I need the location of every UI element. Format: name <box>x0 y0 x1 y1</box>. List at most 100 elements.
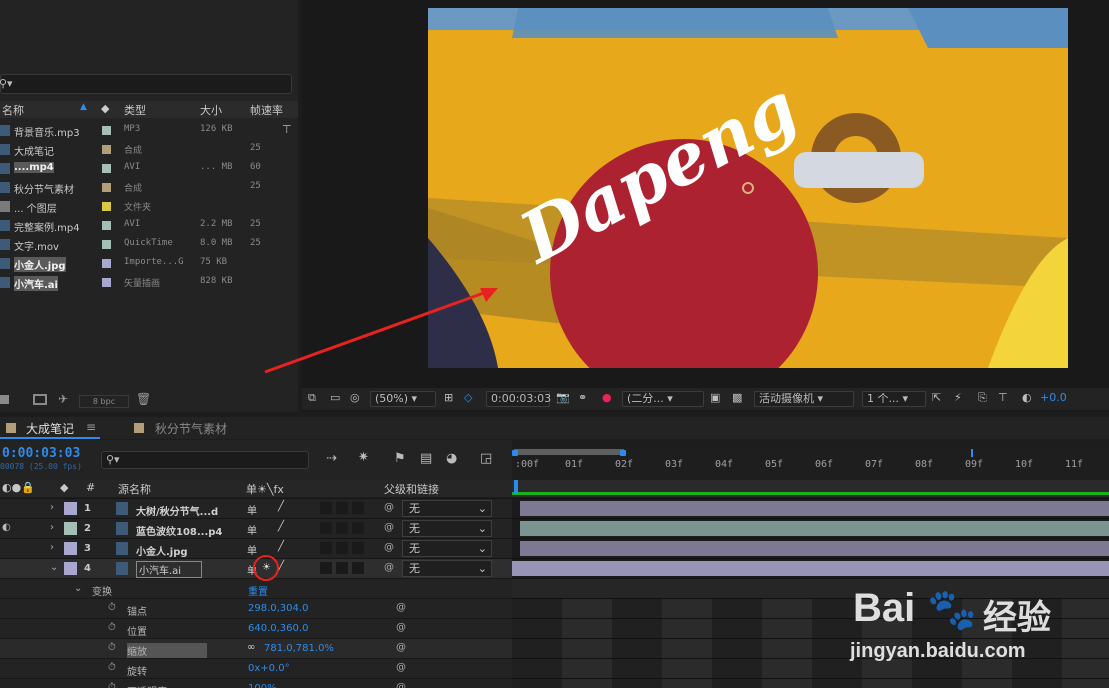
exposure-icon[interactable]: ◐ <box>1022 391 1032 404</box>
resolution-dropdown[interactable]: (二分... ▾ <box>622 391 704 407</box>
layer-row[interactable]: ◐ › 2 蓝色波纹108...p4 单 ╱ @ 无 ⌄ <box>0 518 512 538</box>
stopwatch-icon[interactable]: ⏱ <box>108 602 116 613</box>
switch-cell[interactable] <box>352 502 364 514</box>
expression-icon[interactable]: @ <box>396 682 406 688</box>
layer-duration-bar[interactable] <box>520 521 1109 536</box>
layer-duration-bar[interactable] <box>520 541 1109 556</box>
layer-number: 1 <box>84 503 91 514</box>
pickwhip-icon[interactable]: @ <box>384 542 394 553</box>
color-channels-icon[interactable]: ● <box>602 391 612 404</box>
collapse-switch-icon[interactable]: 单 <box>247 502 257 517</box>
quality-switch-icon[interactable]: ╱ <box>278 541 284 552</box>
transform-property-row[interactable]: ⏱ 不透明度 100% @ <box>0 678 512 688</box>
layer-row[interactable]: › 3 小金人.jpg 单 ╱ @ 无 ⌄ <box>0 538 512 558</box>
layer-name[interactable]: 小汽车.ai <box>136 561 203 578</box>
camera-dropdown[interactable]: 活动摄像机 ▾ <box>754 391 854 407</box>
switch-cell[interactable] <box>320 522 332 534</box>
twirl-down-icon[interactable]: ⌄ <box>74 583 82 594</box>
composition-canvas[interactable]: Dapeng <box>428 8 1068 368</box>
layer-track[interactable] <box>512 538 1109 558</box>
time-ruler[interactable]: :00f 01f 02f 03f 04f 05f 06f 07f 08f 09f 10f 11f <box>512 448 1109 480</box>
camera-icon[interactable]: 📷 <box>556 391 570 404</box>
layer-label-swatch[interactable] <box>64 502 77 515</box>
transform-property-row[interactable]: ⏱ 旋转 0x+0.0° @ <box>0 658 512 678</box>
twirl-icon[interactable]: › <box>50 522 54 533</box>
expression-icon[interactable]: @ <box>396 622 406 633</box>
switch-cell[interactable] <box>336 562 348 574</box>
stopwatch-icon[interactable]: ⏱ <box>108 682 116 688</box>
layer-track[interactable] <box>512 518 1109 538</box>
quality-switch-icon[interactable]: ╱ <box>278 521 284 532</box>
pickwhip-icon[interactable]: @ <box>384 522 394 533</box>
watermark-brand2: 经验 <box>983 599 1051 637</box>
transform-property-row[interactable]: ⏱ 锚点 298.0,304.0 @ <box>0 598 512 618</box>
playhead[interactable] <box>514 480 518 494</box>
switch-cell[interactable] <box>336 502 348 514</box>
fast-preview-icon[interactable]: ⚡ <box>954 391 962 404</box>
property-value[interactable]: 640.0,360.0 <box>248 623 308 634</box>
switch-cell[interactable] <box>352 522 364 534</box>
layer-label-swatch[interactable] <box>64 522 77 535</box>
flowchart-icon[interactable]: ⊤ <box>998 391 1008 404</box>
ruler-tick-label: 06f <box>815 459 834 470</box>
views-dropdown[interactable]: 1 个... ▾ <box>862 391 926 407</box>
collapse-switch-icon[interactable]: 单 <box>247 542 257 557</box>
switch-cell[interactable] <box>336 542 348 554</box>
ruler-tick-label: 02f <box>615 459 634 470</box>
channel-icon[interactable]: ⚭ <box>578 391 587 404</box>
transparency-grid-icon[interactable]: ▩ <box>732 391 742 404</box>
switch-cell[interactable] <box>320 562 332 574</box>
property-value[interactable]: 100% <box>248 683 277 688</box>
property-value[interactable]: 0x+0.0° <box>248 663 290 674</box>
layer-label-swatch[interactable] <box>64 542 77 555</box>
parent-dropdown[interactable]: 无 ⌄ <box>402 540 492 557</box>
switch-cell[interactable] <box>320 542 332 554</box>
layer-track[interactable] <box>512 558 1109 578</box>
switch-cell[interactable] <box>352 542 364 554</box>
ruler-tick-label: 01f <box>565 459 584 470</box>
audio-icon[interactable]: ◐ <box>2 522 11 533</box>
exposure-value[interactable]: +0.0 <box>1040 391 1067 404</box>
roi-icon[interactable]: ▣ <box>710 391 720 404</box>
twirl-icon[interactable]: › <box>50 502 54 513</box>
link-icon[interactable]: ∞ <box>247 642 255 653</box>
reset-link[interactable]: 重置 <box>248 583 268 598</box>
expression-icon[interactable]: @ <box>396 642 406 653</box>
layer-name[interactable]: 蓝色波纹108...p4 <box>136 523 222 538</box>
layer-duration-bar[interactable] <box>520 501 1109 516</box>
transform-property-row[interactable]: ⏱ 缩放 ∞ 781.0,781.0% @ <box>0 638 512 658</box>
parent-value: 无 <box>409 562 420 575</box>
parent-dropdown[interactable]: 无 ⌄ <box>402 500 492 517</box>
property-value[interactable]: 781.0,781.0% <box>264 643 334 654</box>
transform-group-row[interactable]: ⌄ 变换 重置 <box>0 578 512 598</box>
pickwhip-icon[interactable]: @ <box>384 562 394 573</box>
switch-cell[interactable] <box>320 502 332 514</box>
twirl-icon[interactable]: › <box>50 542 54 553</box>
property-value[interactable]: 298.0,304.0 <box>248 603 308 614</box>
ruler-tick-label: 09f <box>965 459 984 470</box>
layer-duration-bar[interactable] <box>512 561 1109 576</box>
parent-dropdown[interactable]: 无 ⌄ <box>402 520 492 537</box>
expression-icon[interactable]: @ <box>396 662 406 673</box>
expression-icon[interactable]: @ <box>396 602 406 613</box>
layer-row[interactable]: › 1 大树/秋分节气...d 单 ╱ @ 无 ⌄ <box>0 498 512 518</box>
chevron-down-icon: ⌄ <box>477 542 487 555</box>
stopwatch-icon[interactable]: ⏱ <box>108 622 116 633</box>
pickwhip-icon[interactable]: @ <box>384 502 394 513</box>
stopwatch-icon[interactable]: ⏱ <box>108 662 116 673</box>
layer-track[interactable] <box>512 498 1109 518</box>
timeline-icon[interactable]: ⎘ <box>978 391 987 405</box>
layer-name[interactable]: 大树/秋分节气...d <box>136 503 218 518</box>
transform-property-row[interactable]: ⏱ 位置 640.0,360.0 @ <box>0 618 512 638</box>
parent-dropdown[interactable]: 无 ⌄ <box>402 560 492 577</box>
layer-name[interactable]: 小金人.jpg <box>136 543 188 558</box>
switch-cell[interactable] <box>352 562 364 574</box>
stopwatch-icon[interactable]: ⏱ <box>108 642 116 653</box>
layer-label-swatch[interactable] <box>64 562 77 575</box>
toggle-pixel-icon[interactable]: ⇱ <box>932 391 941 404</box>
twirl-icon[interactable]: ⌄ <box>50 562 58 573</box>
switch-cell[interactable] <box>336 522 348 534</box>
quality-switch-icon[interactable]: ╱ <box>278 501 284 512</box>
property-name: 锚点 <box>127 607 147 618</box>
collapse-switch-icon[interactable]: 单 <box>247 522 257 537</box>
